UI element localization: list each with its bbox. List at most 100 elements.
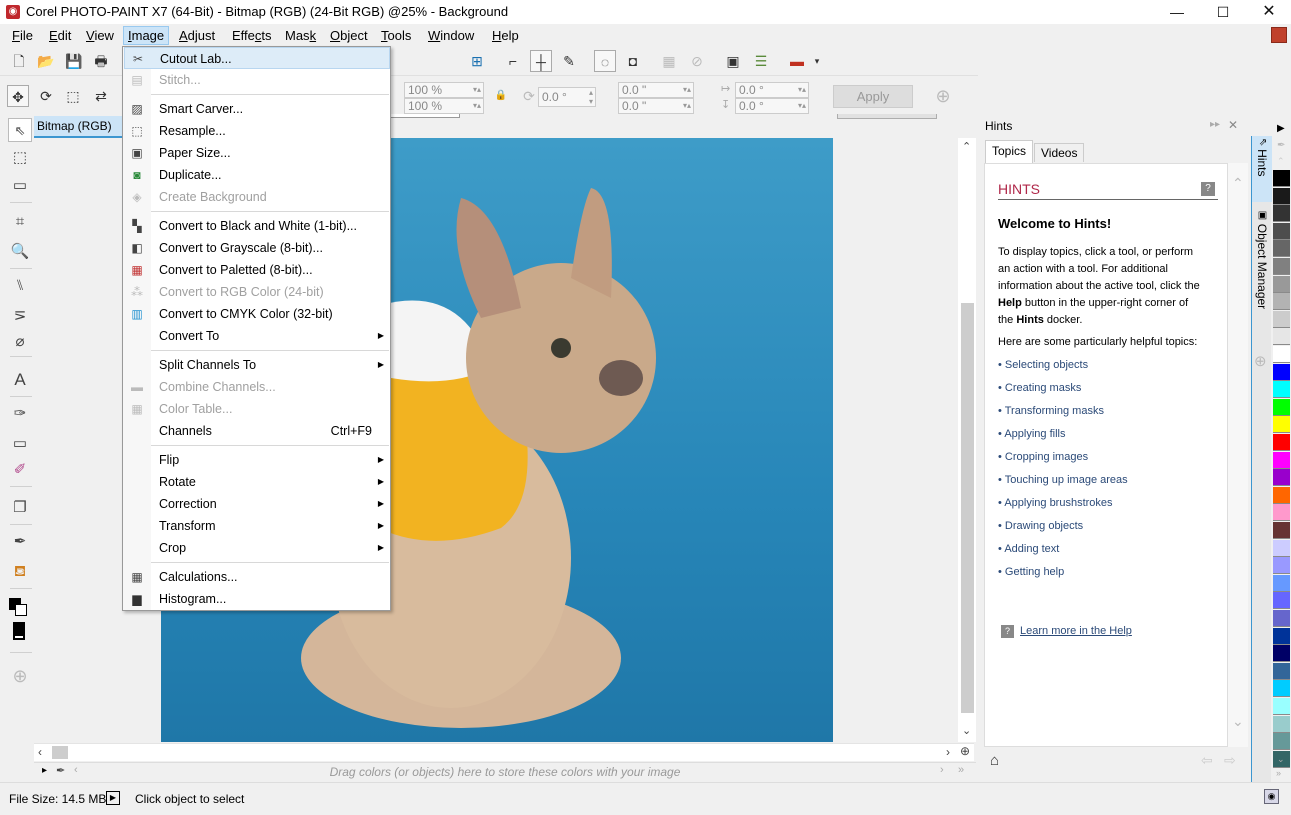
color-swatch[interactable]: [1273, 381, 1290, 399]
color-swatch[interactable]: [1273, 574, 1290, 592]
color-swatch[interactable]: [1273, 610, 1290, 627]
hints-scrollbar[interactable]: ⌃ ⌄: [1228, 163, 1248, 747]
menu-item-duplicate[interactable]: ◙ Duplicate...: [124, 164, 390, 186]
red-eye-tool-icon[interactable]: ⑊: [8, 274, 32, 298]
docker-tab-hints[interactable]: ⇖ Hints: [1252, 136, 1272, 202]
color-swatch[interactable]: [1273, 486, 1290, 504]
menu-edit[interactable]: Edit: [45, 26, 75, 45]
status-flyout-button[interactable]: ▶: [106, 791, 120, 805]
menu-item-channels[interactable]: Channels Ctrl+F9: [124, 420, 390, 442]
horizontal-scrollbar[interactable]: ‹ › ⊕: [34, 743, 974, 761]
disabled-icon[interactable]: ⊘: [686, 50, 708, 72]
tab-topics[interactable]: Topics: [985, 140, 1034, 163]
docker-tab-object-manager[interactable]: ▣ Object Manager: [1252, 208, 1272, 324]
menu-item-convert-to-black-and-white-1-bit[interactable]: ▚ Convert to Black and White (1-bit)...: [124, 215, 390, 237]
welcome-screen-icon[interactable]: ▣: [722, 50, 744, 72]
color-swatch[interactable]: [1273, 275, 1290, 293]
user-profile-icon[interactable]: [1271, 27, 1287, 43]
hint-topic-link[interactable]: • Drawing objects: [998, 520, 1083, 532]
color-swatch[interactable]: [1273, 363, 1290, 381]
zoom-to-fit-icon[interactable]: ⊞: [466, 50, 488, 72]
pick-tool-icon[interactable]: ⇖: [8, 118, 32, 142]
horizontal-scroll-thumb[interactable]: [52, 746, 68, 759]
scale-mode-icon[interactable]: ⬚: [62, 85, 84, 107]
palette-expand-icon[interactable]: »: [958, 764, 964, 776]
apply-button[interactable]: Apply: [833, 85, 913, 108]
add-tool-icon[interactable]: ⊕: [8, 664, 32, 688]
menu-help[interactable]: Help: [488, 26, 523, 45]
close-button[interactable]: ✕: [1246, 0, 1291, 24]
minimize-button[interactable]: —: [1154, 0, 1200, 24]
color-swatch[interactable]: [1273, 293, 1290, 311]
help-icon[interactable]: ?: [1201, 182, 1215, 196]
color-swatch[interactable]: [1273, 715, 1290, 733]
move-icon[interactable]: ✥: [7, 85, 29, 107]
color-swatch[interactable]: [1273, 187, 1290, 205]
application-launcher-icon[interactable]: ▬: [786, 50, 808, 72]
color-swatch[interactable]: [1273, 240, 1290, 258]
rotation-angle-field[interactable]: 0.0 ° ▴ ▾: [538, 87, 596, 107]
color-swatch[interactable]: [1273, 733, 1290, 751]
vertical-scrollbar[interactable]: ⌃ ⌄: [958, 138, 976, 742]
scroll-down-icon[interactable]: ⌄: [962, 724, 971, 737]
guidelines-icon[interactable]: ┼: [530, 50, 552, 72]
mask-marquee-icon[interactable]: ◌: [594, 50, 616, 72]
color-swatch[interactable]: [1273, 539, 1290, 557]
menu-item-convert-to-cmyk-color-32-bit[interactable]: ▥ Convert to CMYK Color (32-bit): [124, 303, 390, 325]
paint-tool-icon[interactable]: ✑: [8, 402, 32, 426]
color-swatch[interactable]: [1273, 205, 1290, 223]
rectangle-tool-icon[interactable]: ▭: [8, 432, 32, 456]
hint-topic-link[interactable]: • Transforming masks: [998, 405, 1104, 417]
color-swatch[interactable]: [1273, 504, 1290, 522]
eyedropper-tool-icon[interactable]: ✒: [8, 530, 32, 554]
hints-scroll-up-icon[interactable]: ⌃: [1232, 175, 1244, 192]
background-color-swatch[interactable]: [15, 604, 27, 616]
menu-tools[interactable]: Tools: [377, 26, 415, 45]
color-swatch[interactable]: [1273, 662, 1290, 680]
rectangle-mask-tool-icon[interactable]: ▭: [8, 174, 32, 198]
hint-topic-link[interactable]: • Selecting objects: [998, 359, 1088, 371]
mask-transform-tool-icon[interactable]: ⬚: [8, 146, 32, 170]
color-swatch[interactable]: [1273, 592, 1290, 610]
palette-scroll-right-icon[interactable]: ›: [940, 764, 944, 776]
hint-topic-link[interactable]: • Applying brushstrokes: [998, 497, 1113, 509]
hint-topic-link[interactable]: • Creating masks: [998, 382, 1081, 394]
zoom-navigator-icon[interactable]: ⊕: [960, 744, 970, 758]
skew-y-field[interactable]: 0.0 " ▾▴: [618, 98, 694, 114]
hint-topic-link[interactable]: • Getting help: [998, 566, 1064, 578]
menu-item-calculations[interactable]: ▦ Calculations...: [124, 566, 390, 588]
color-swatch[interactable]: [1273, 557, 1290, 575]
color-swatch[interactable]: [1273, 258, 1290, 275]
open-folder-icon[interactable]: 📂: [35, 50, 57, 72]
menu-item-transform[interactable]: Transform ▶: [124, 515, 390, 537]
menu-mask[interactable]: Mask: [281, 26, 320, 45]
add-docker-icon[interactable]: ⊕: [1254, 352, 1267, 370]
color-swatch[interactable]: [1273, 170, 1290, 187]
color-swatch[interactable]: [1273, 627, 1290, 645]
smear-tool-icon[interactable]: ⋝: [8, 304, 32, 328]
menu-image[interactable]: Image: [123, 26, 170, 45]
hint-topic-link[interactable]: • Touching up image areas: [998, 474, 1128, 486]
skew-mode-icon[interactable]: ⇄: [90, 85, 112, 107]
lens-icon[interactable]: ▦: [658, 50, 680, 72]
back-arrow-icon[interactable]: ⇦: [1201, 752, 1213, 769]
menu-item-correction[interactable]: Correction ▶: [124, 493, 390, 515]
fill-color-swatch[interactable]: [13, 634, 25, 640]
hint-topic-link[interactable]: • Cropping images: [998, 451, 1088, 463]
color-swatch[interactable]: [1273, 680, 1290, 698]
color-swatch[interactable]: [1273, 328, 1290, 346]
learn-more-link[interactable]: Learn more in the Help: [1020, 625, 1132, 637]
rulers-icon[interactable]: ⌐: [502, 50, 524, 72]
menu-item-resample[interactable]: ⬚ Resample...: [124, 120, 390, 142]
palette-scroll-up-icon[interactable]: ⌃: [1277, 156, 1285, 167]
checklist-icon[interactable]: ☰: [750, 50, 772, 72]
color-swatch[interactable]: [1273, 346, 1290, 363]
menu-item-cutout-lab[interactable]: ✂ Cutout Lab...: [124, 47, 390, 69]
color-swatch[interactable]: [1273, 434, 1290, 451]
scroll-right-icon[interactable]: ›: [946, 745, 950, 759]
color-swatch[interactable]: [1273, 469, 1290, 487]
new-document-icon[interactable]: 🗋: [8, 50, 30, 72]
offset-x-field[interactable]: 0.0 ° ▾▴: [735, 82, 809, 98]
menu-effects[interactable]: Effects: [228, 26, 276, 45]
palette-eyedropper-icon[interactable]: ✒: [1277, 140, 1285, 151]
